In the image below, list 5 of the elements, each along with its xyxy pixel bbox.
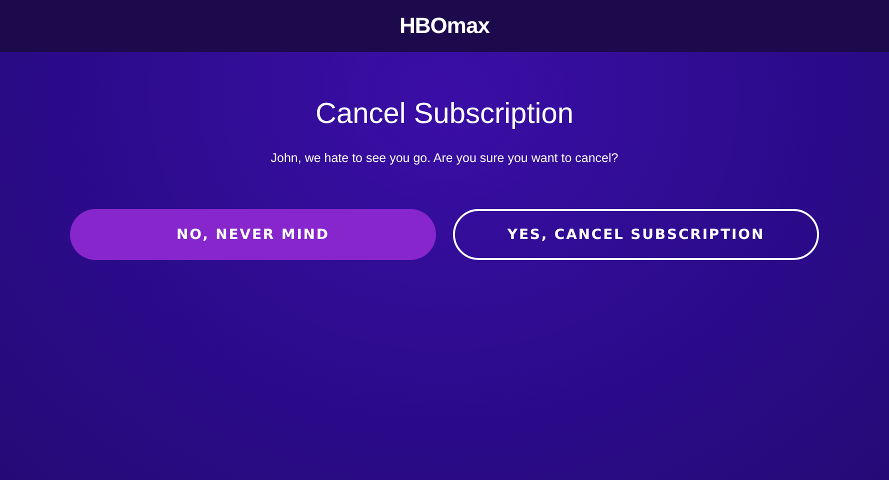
never-mind-button[interactable]: NO, NEVER MIND xyxy=(70,209,436,260)
cancel-subscription-button[interactable]: YES, CANCEL SUBSCRIPTION xyxy=(453,209,819,260)
message-text: John, we hate to see you go. Are you sure you want to cancel? xyxy=(270,151,618,165)
page-title: Cancel Subscription xyxy=(316,97,574,132)
logo[interactable]: HBOmax xyxy=(400,13,490,39)
